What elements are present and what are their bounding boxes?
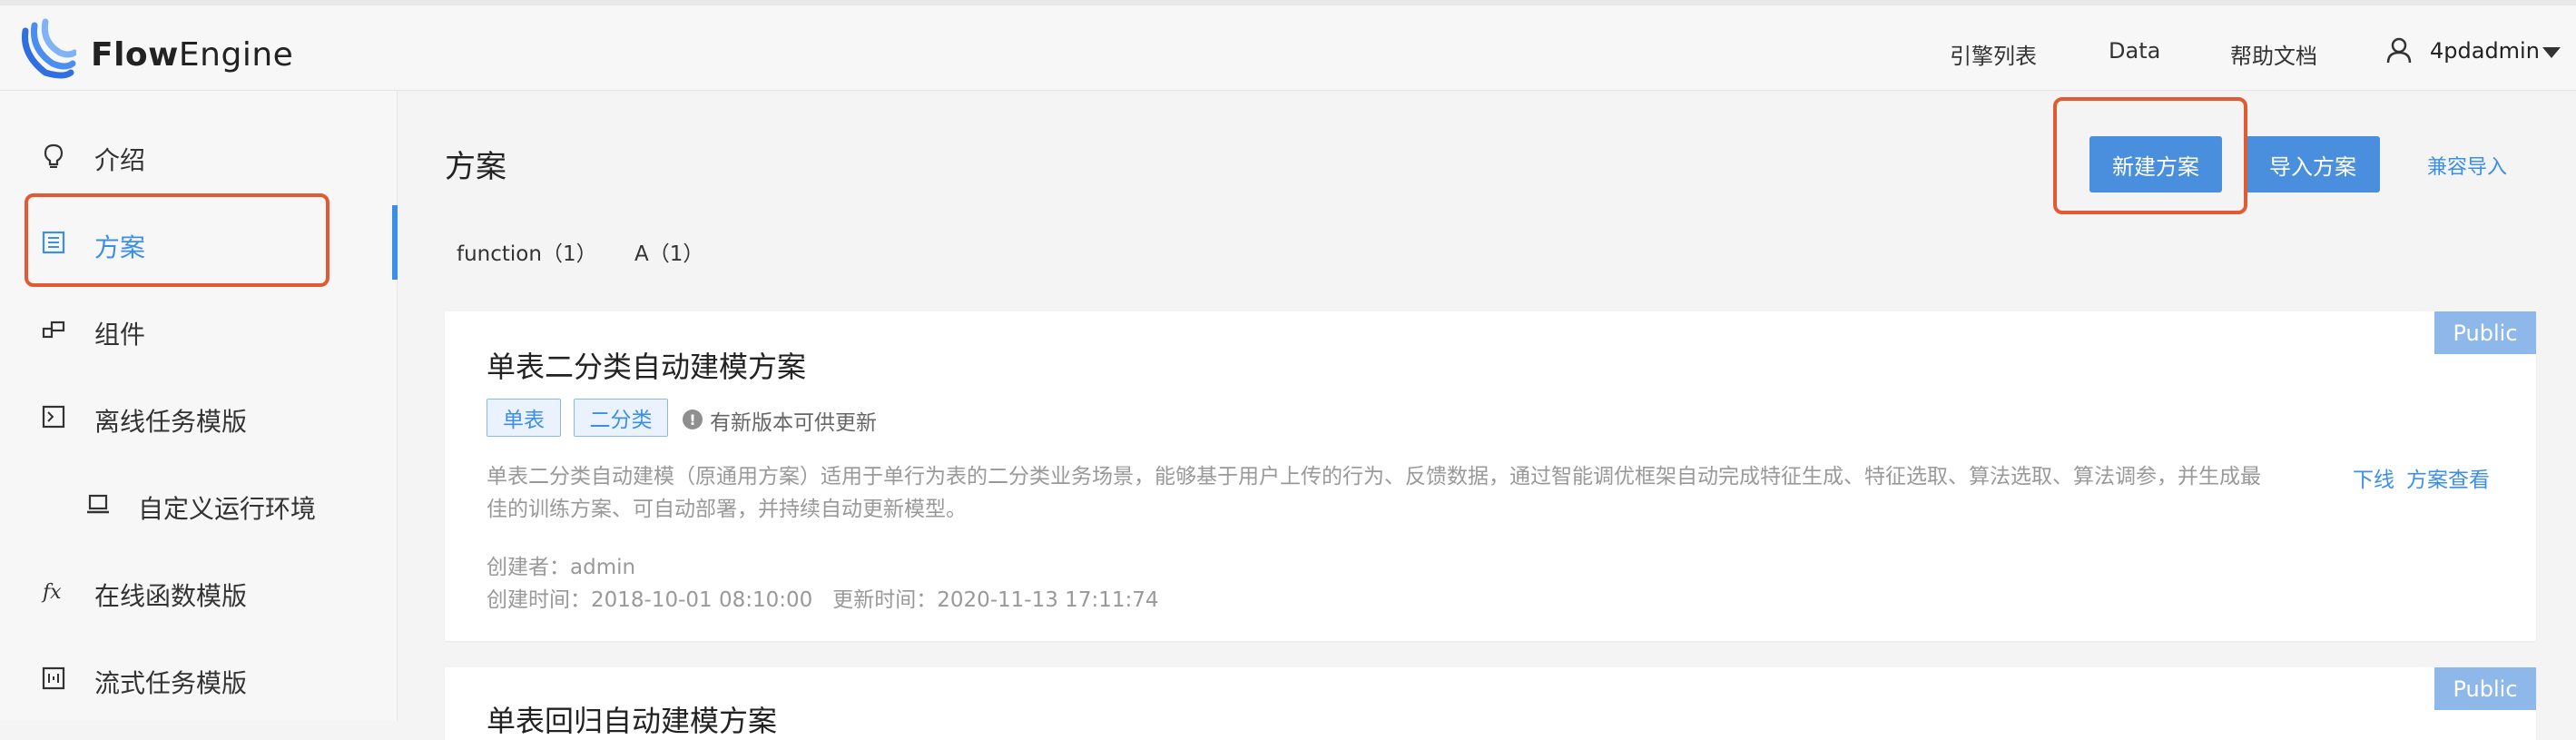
chevron-down-icon[interactable] xyxy=(2542,47,2561,58)
sidebar-item-online-functions[interactable]: fx 在线函数模版 xyxy=(0,548,397,635)
compat-import-link[interactable]: 兼容导入 xyxy=(2427,151,2507,180)
plan-card: Public 单表二分类自动建模方案 单表 二分类 ! 有新版本可供更新 单表二… xyxy=(445,311,2536,641)
list-icon xyxy=(42,231,65,254)
sidebar-item-plans[interactable]: 方案 xyxy=(0,199,397,286)
sidebar-item-custom-runtime[interactable]: 自定义运行环境 xyxy=(0,460,397,548)
offline-link[interactable]: 下线 xyxy=(2353,462,2394,493)
sidebar: 介绍 方案 组件 离线任务模版 自定义运行环境 fx 在线函数模版 流式任务模版 xyxy=(0,91,398,721)
nav-data[interactable]: Data xyxy=(2109,38,2160,64)
sidebar-item-label: 自定义运行环境 xyxy=(138,494,317,524)
active-indicator xyxy=(392,205,398,280)
view-plan-link[interactable]: 方案查看 xyxy=(2406,462,2490,493)
sidebar-item-components[interactable]: 组件 xyxy=(0,286,397,373)
sidebar-item-label: 介绍 xyxy=(94,145,146,175)
sidebar-item-label: 流式任务模版 xyxy=(94,668,248,698)
sidebar-item-label: 组件 xyxy=(94,320,146,350)
plan-title[interactable]: 单表回归自动建模方案 xyxy=(487,698,777,740)
sidebar-item-offline-templates[interactable]: 离线任务模版 xyxy=(0,373,397,460)
sidebar-item-label: 在线函数模版 xyxy=(94,581,248,611)
plan-card: Public 单表回归自动建模方案 xyxy=(445,667,2536,740)
stream-icon xyxy=(42,666,65,690)
import-plan-button[interactable]: 导入方案 xyxy=(2246,136,2380,192)
tag-single-table: 单表 xyxy=(487,399,561,437)
svg-text:fx: fx xyxy=(41,581,62,604)
filter-function[interactable]: function（1） xyxy=(457,236,597,267)
sidebar-item-label: 离线任务模版 xyxy=(94,407,248,437)
user-icon[interactable] xyxy=(2385,36,2413,64)
update-notice: 有新版本可供更新 xyxy=(710,411,877,435)
tag-binary-classification: 二分类 xyxy=(574,399,668,437)
plan-creator: 创建者：admin xyxy=(487,556,636,579)
plan-description: 单表二分类自动建模（原通用方案）适用于单行为表的二分类业务场景，能够基于用户上传… xyxy=(487,465,2261,521)
function-icon: fx xyxy=(41,581,62,604)
info-icon: ! xyxy=(683,409,703,429)
plan-title[interactable]: 单表二分类自动建模方案 xyxy=(487,344,806,386)
username-label[interactable]: 4pdadmin xyxy=(2430,38,2540,64)
sidebar-item-label: 方案 xyxy=(94,232,146,262)
lightbulb-icon xyxy=(44,143,64,168)
brand-name: FlowEngine xyxy=(91,36,294,74)
nav-engine-list[interactable]: 引擎列表 xyxy=(1950,38,2037,70)
terminal-icon xyxy=(42,405,65,429)
new-plan-button[interactable]: 新建方案 xyxy=(2089,136,2222,192)
laptop-icon xyxy=(87,494,109,514)
plan-times: 创建时间：2018-10-01 08:10:00 更新时间：2020-11-13… xyxy=(487,588,1159,612)
nav-help-docs[interactable]: 帮助文档 xyxy=(2230,38,2317,70)
sidebar-item-intro[interactable]: 介绍 xyxy=(0,112,397,199)
sidebar-item-stream-templates[interactable]: 流式任务模版 xyxy=(0,635,397,722)
flowengine-logo-icon xyxy=(21,18,76,79)
top-header: FlowEngine 引擎列表 Data 帮助文档 4pdadmin xyxy=(0,0,2576,91)
filter-a[interactable]: A（1） xyxy=(634,236,703,267)
page-title: 方案 xyxy=(445,149,506,185)
component-icon xyxy=(42,321,65,339)
public-badge: Public xyxy=(2434,667,2536,710)
public-badge: Public xyxy=(2434,311,2536,354)
